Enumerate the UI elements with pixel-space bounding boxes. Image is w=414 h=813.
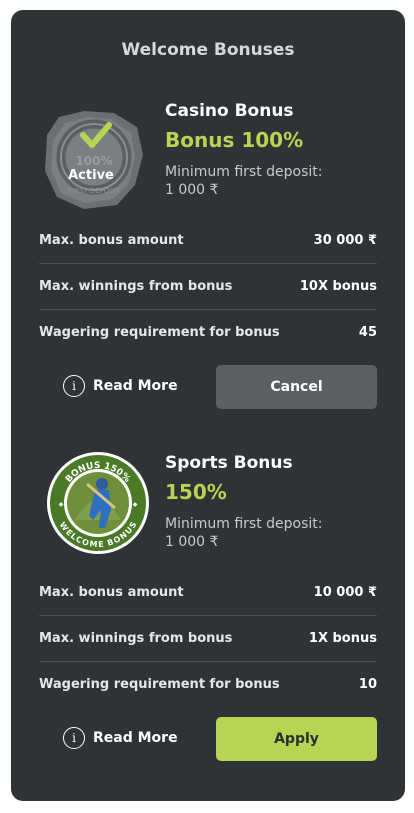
casino-badge-icon: 100% Active FIRST DEPOSIT [39,105,149,215]
detail-row: Max. bonus amount 30 000 ₹ [39,218,377,264]
casino-min-deposit-label: Minimum first deposit: [165,164,323,180]
info-icon: i [63,727,85,749]
sports-min-deposit-value: 1 000 ₹ [165,534,219,550]
detail-label: Wagering requirement for bonus [39,677,280,692]
casino-bonus-title: Casino Bonus [165,101,294,121]
detail-row: Wagering requirement for bonus 45 [39,310,377,355]
sports-min-deposit-label: Minimum first deposit: [165,516,323,532]
detail-value: 10 000 ₹ [313,585,377,600]
detail-label: Wagering requirement for bonus [39,325,280,340]
welcome-bonuses-modal: Welcome Bonuses 100% Active FIRST DEPOSI… [11,10,405,801]
casino-min-deposit-value: 1 000 ₹ [165,182,219,198]
detail-value: 45 [358,325,377,340]
svg-text:◆: ◆ [133,501,138,508]
detail-value: 30 000 ₹ [313,233,377,248]
detail-row: Wagering requirement for bonus 10 [39,662,377,707]
badge-arc-text: FIRST DEPOSIT [68,187,121,195]
modal-title: Welcome Bonuses [121,40,295,60]
read-more-label: Read More [93,730,178,746]
detail-row: Max. winnings from bonus 1X bonus [39,616,377,662]
cancel-button[interactable]: Cancel [216,365,377,409]
detail-label: Max. bonus amount [39,233,184,248]
apply-button[interactable]: Apply [216,717,377,761]
detail-value: 1X bonus [308,631,377,646]
casino-details-list: Max. bonus amount 30 000 ₹ Max. winnings… [39,218,377,355]
detail-label: Max. winnings from bonus [39,279,233,294]
sports-badge-icon: BONUS 150% WELCOME BONUS ◆ ◆ [45,450,151,556]
detail-label: Max. bonus amount [39,585,184,600]
badge-active-text: Active [68,168,114,183]
detail-label: Max. winnings from bonus [39,631,233,646]
detail-value: 10X bonus [299,279,377,294]
svg-text:◆: ◆ [59,501,64,508]
casino-bonus-value: Bonus 100% [165,128,304,152]
sports-details-list: Max. bonus amount 10 000 ₹ Max. winnings… [39,570,377,707]
sports-read-more-link[interactable]: i Read More [63,727,178,749]
sports-bonus-title: Sports Bonus [165,453,293,473]
info-icon: i [63,375,85,397]
read-more-label: Read More [93,378,178,394]
detail-row: Max. winnings from bonus 10X bonus [39,264,377,310]
detail-row: Max. bonus amount 10 000 ₹ [39,570,377,616]
sports-bonus-value: 150% [165,480,227,504]
badge-percent-text: 100% [75,154,112,168]
casino-read-more-link[interactable]: i Read More [63,375,178,397]
detail-value: 10 [358,677,377,692]
